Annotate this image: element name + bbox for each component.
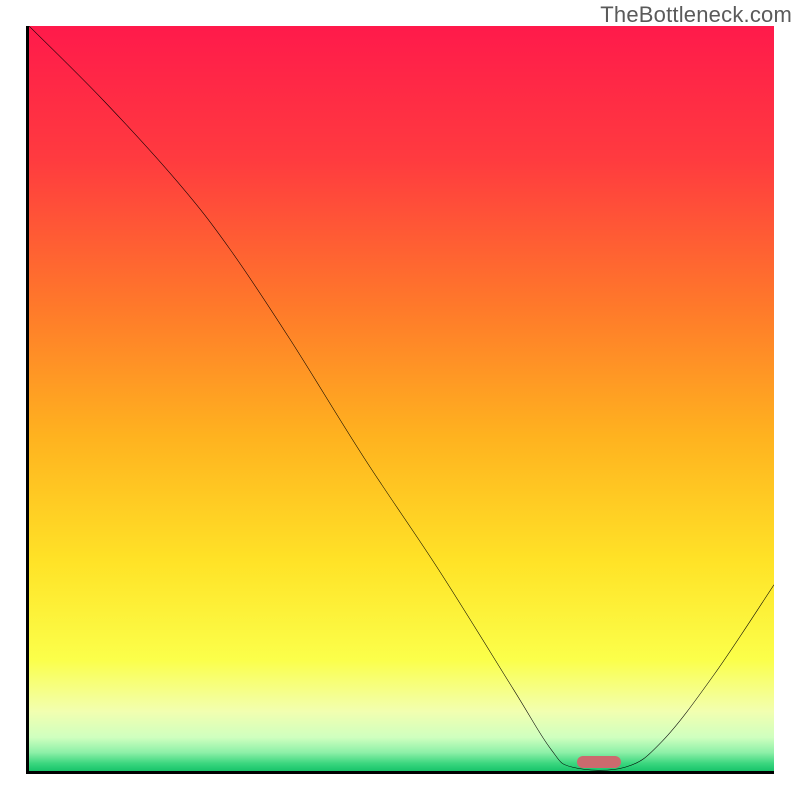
curve-line bbox=[29, 26, 774, 771]
plot-area bbox=[26, 26, 774, 774]
optimum-marker bbox=[577, 756, 622, 768]
bottleneck-chart: TheBottleneck.com bbox=[0, 0, 800, 800]
watermark-text: TheBottleneck.com bbox=[600, 2, 792, 28]
